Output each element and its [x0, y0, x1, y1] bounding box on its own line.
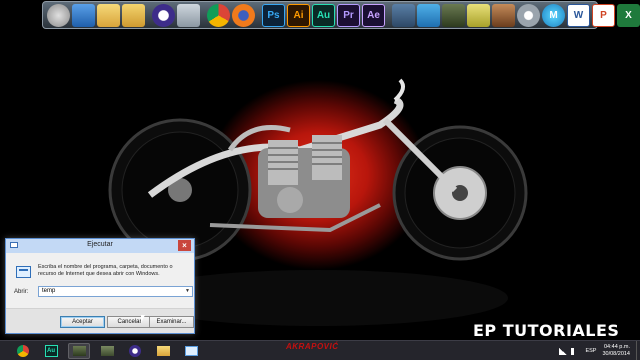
taskbar-gpu-tool-icon[interactable] — [68, 343, 90, 359]
clock-date: 30/08/2014 — [602, 351, 630, 357]
premiere-icon[interactable]: Pr — [337, 3, 360, 27]
system-tray: ESP 04:44 p.m. 30/08/2014 — [557, 341, 640, 360]
illustrator-icon[interactable]: Ai — [287, 3, 310, 27]
pencil-icon[interactable] — [467, 3, 490, 27]
run-dialog: Ejecutar × Escriba el nombre del program… — [5, 238, 195, 334]
show-desktop-button[interactable] — [636, 341, 640, 360]
clock-time: 04:44 p.m. — [604, 344, 630, 350]
taskbar: Au AKRAPOVIĆ ESP 04:44 p.m. 30/08/2014 — [0, 340, 640, 360]
top-dock: Ps Ai Au Pr Ae M W P X — [42, 1, 640, 29]
close-button[interactable]: × — [178, 240, 191, 251]
play-arrow-icon[interactable] — [417, 3, 440, 27]
audition-icon[interactable]: Au — [312, 3, 335, 27]
taskbar-chrome-icon[interactable] — [12, 343, 34, 359]
after-effects-icon[interactable]: Ae — [362, 3, 385, 27]
akrapovic-logo: AKRAPOVIĆ — [286, 342, 339, 351]
language-indicator[interactable]: ESP — [585, 348, 596, 354]
clock[interactable]: 04:44 p.m. 30/08/2014 — [602, 344, 630, 358]
dialog-footer: Aceptar Cancelar Examinar... — [6, 308, 194, 333]
ok-button[interactable]: Aceptar — [60, 316, 105, 328]
excel-icon[interactable]: X — [617, 3, 640, 27]
volume-icon[interactable] — [571, 347, 579, 355]
folder-icon[interactable] — [97, 3, 120, 27]
settings-gear-icon[interactable] — [517, 3, 540, 27]
game-character-icon[interactable] — [492, 3, 515, 27]
malwarebytes-icon[interactable]: M — [542, 3, 565, 27]
mouse-cursor-icon — [141, 315, 145, 323]
taskbar-media-icon[interactable] — [124, 343, 146, 359]
firefox-icon[interactable] — [232, 3, 255, 27]
recycle-bin-icon[interactable] — [177, 3, 200, 27]
disc-drive-icon[interactable] — [47, 3, 70, 27]
network-icon[interactable] — [559, 347, 568, 355]
media-player-icon[interactable] — [152, 3, 175, 27]
channel-watermark: EP TUTORIALES — [473, 321, 620, 340]
dialog-title: Ejecutar — [87, 241, 113, 248]
gpu-card-icon[interactable] — [442, 3, 465, 27]
monitor-icon[interactable] — [72, 3, 95, 27]
word-icon[interactable]: W — [567, 3, 590, 27]
run-program-icon — [16, 266, 31, 278]
cancel-button[interactable]: Cancelar — [107, 316, 152, 328]
dropdown-arrow-icon[interactable]: ▼ — [185, 287, 190, 296]
dialog-titlebar[interactable]: Ejecutar × — [6, 239, 194, 253]
windows-store-icon[interactable] — [392, 3, 415, 27]
dialog-description: Escriba el nombre del programa, carpeta,… — [38, 264, 173, 277]
open-input[interactable]: temp ▼ — [38, 286, 193, 297]
taskbar-audition-icon[interactable]: Au — [40, 343, 62, 359]
taskbar-file-explorer-icon[interactable] — [152, 343, 174, 359]
open-input-value: temp — [42, 288, 56, 294]
powerpoint-icon[interactable]: P — [592, 3, 615, 27]
taskbar-run-icon[interactable] — [180, 343, 202, 359]
folder-icon[interactable] — [122, 3, 145, 27]
photoshop-icon[interactable]: Ps — [262, 3, 285, 27]
browse-button[interactable]: Examinar... — [149, 316, 194, 328]
open-label: Abrir: — [14, 289, 29, 295]
taskbar-gpu-tool-2-icon[interactable] — [96, 343, 118, 359]
chrome-icon[interactable] — [207, 3, 230, 27]
